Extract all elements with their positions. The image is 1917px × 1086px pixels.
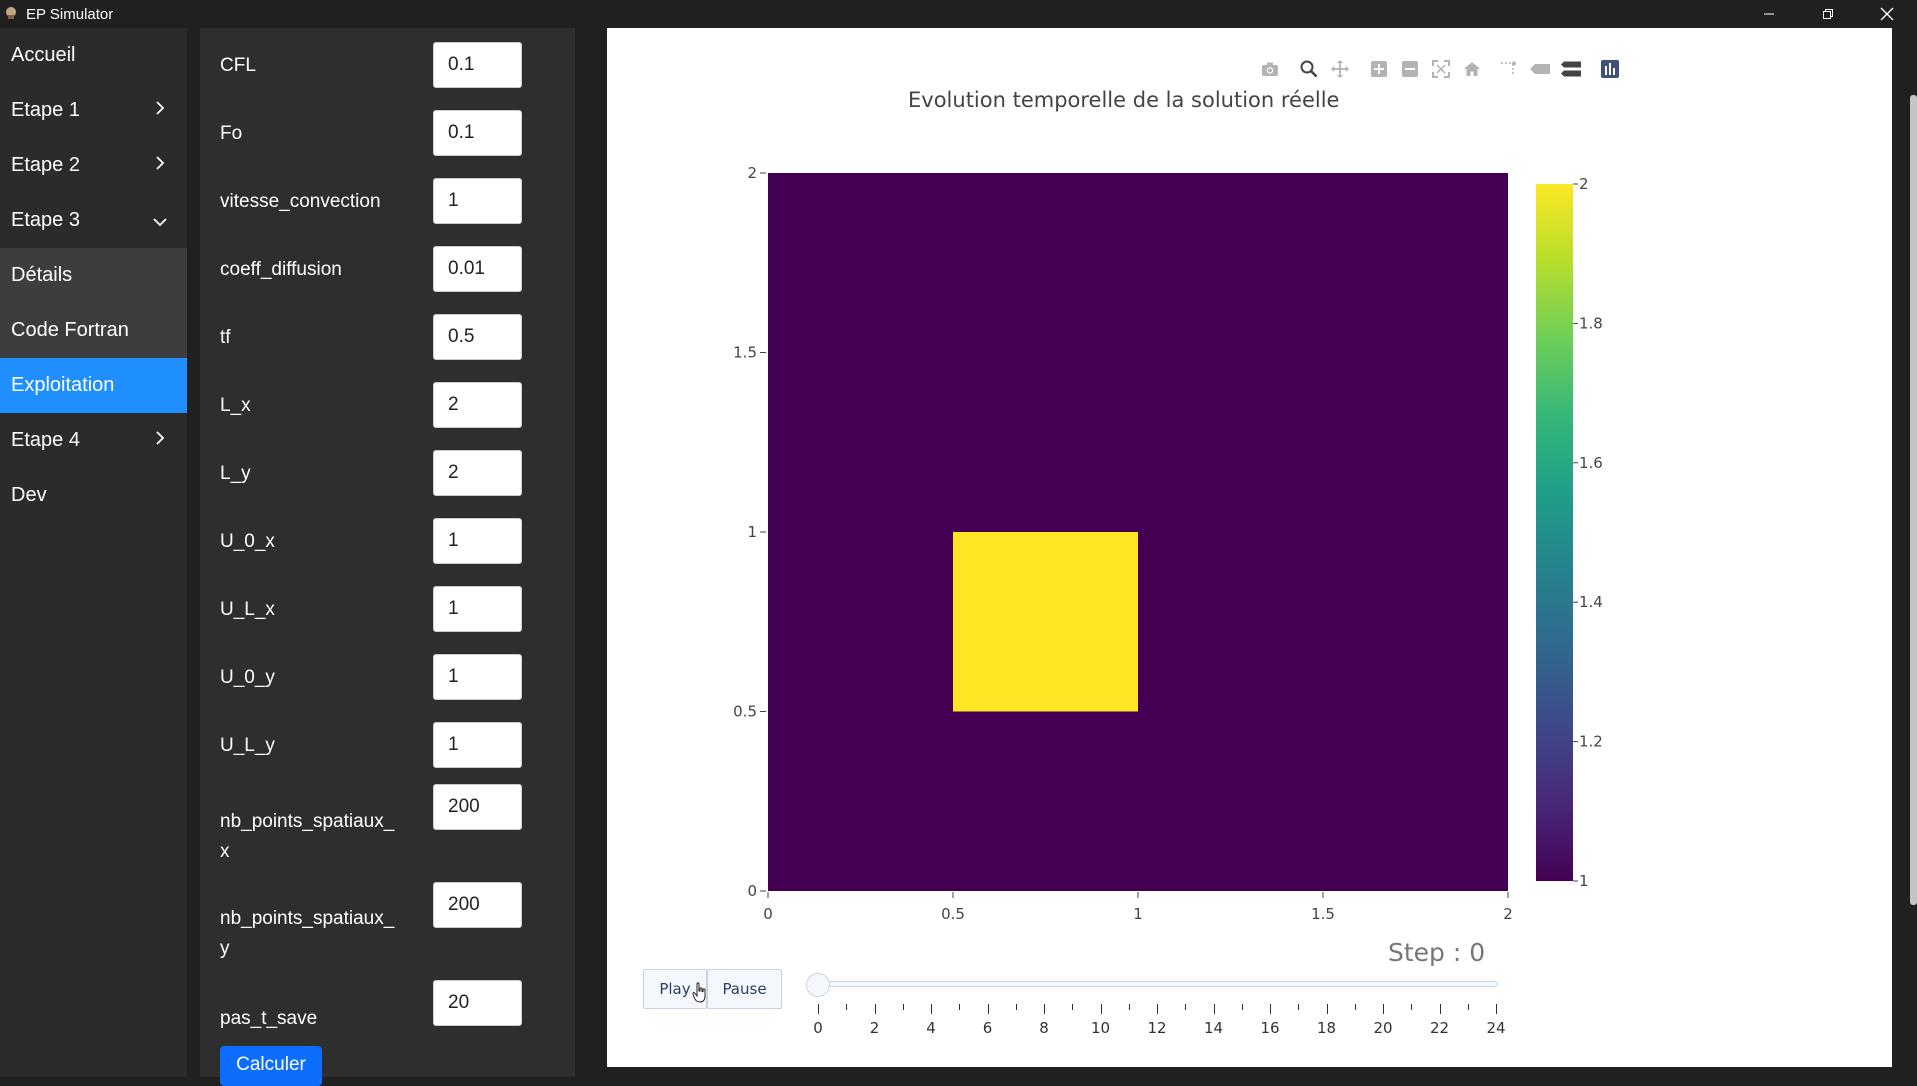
slider-label: 22 (1429, 1019, 1450, 1037)
slider-tick (1185, 1004, 1187, 1010)
x-tick-label-2: 1 (1133, 905, 1143, 923)
slider-tick (1100, 1004, 1102, 1014)
y-tick-label-1: 0.5 (733, 703, 757, 721)
x-tick-label-3: 1.5 (1311, 905, 1335, 923)
colorbar (1536, 184, 1573, 881)
heatmap-cell-region-0 (953, 532, 1138, 712)
slider-tick (1213, 1004, 1215, 1014)
x-tick-label-1: 0.5 (941, 905, 965, 923)
colorbar-tick-label-1: 1.2 (1579, 733, 1603, 751)
slider-tick (1326, 1004, 1328, 1014)
slider-rail[interactable] (808, 981, 1498, 987)
colorbar-tick-label-0: 1 (1579, 872, 1589, 890)
heatmap-chart: 0 0.5 1 1.5 2 0 0.5 1 1.5 2 1 1.2 1.4 1.6 1.8 2 (733, 164, 1603, 923)
slider-tick (987, 1004, 989, 1014)
colorbar-tick-label-4: 1.8 (1579, 314, 1603, 332)
slider-label: 24 (1486, 1019, 1506, 1037)
slider-tick (1157, 1004, 1158, 1014)
slider-label: 2 (869, 1019, 880, 1037)
slider-label: 10 (1090, 1019, 1111, 1037)
slider-tick (1439, 1004, 1441, 1014)
pause-button[interactable]: Pause (707, 969, 782, 1009)
slider-tick (1467, 1004, 1469, 1010)
slider-label: 14 (1203, 1019, 1224, 1037)
colorbar-tick-label-3: 1.6 (1579, 454, 1603, 472)
slider-tick (1015, 1004, 1017, 1010)
slider-tick (1270, 1004, 1271, 1014)
slider-tick (846, 1004, 848, 1010)
slider-tick (1411, 1004, 1413, 1010)
slider-tick (818, 1004, 819, 1014)
x-tick-label-4: 2 (1503, 905, 1513, 923)
slider-label: 18 (1316, 1019, 1337, 1037)
slider-label: 12 (1147, 1019, 1167, 1037)
slider-tick (931, 1004, 932, 1014)
slider-tick (959, 1004, 961, 1010)
slider-label: 8 (1039, 1019, 1049, 1037)
slider-tick (874, 1004, 876, 1014)
mouse-cursor-icon (692, 982, 706, 1003)
step-indicator: Step : 0 (1388, 938, 1486, 967)
slider-tick (1044, 1004, 1045, 1014)
slider-label: 20 (1373, 1019, 1393, 1037)
slider-tick (1128, 1004, 1130, 1010)
slider-label: 16 (1260, 1019, 1280, 1037)
slider-tick (1072, 1004, 1074, 1010)
colorbar-tick-label-2: 1.4 (1579, 593, 1603, 611)
slider-tick (1241, 1004, 1243, 1010)
y-tick-label-2: 1 (747, 523, 757, 541)
slider-tick (1354, 1004, 1356, 1010)
slider-label: 4 (926, 1019, 936, 1037)
slider-tick (902, 1004, 904, 1010)
y-tick-label-0: 0 (747, 882, 757, 900)
slider-tick (1298, 1004, 1300, 1010)
y-tick-label-3: 1.5 (733, 344, 757, 362)
slider-grip[interactable] (806, 973, 830, 997)
x-tick-label-0: 0 (763, 905, 773, 923)
slider-label: 6 (982, 1019, 993, 1037)
slider-tick (1496, 1004, 1497, 1014)
slider-label: 0 (813, 1019, 823, 1037)
y-tick-label-4: 2 (747, 164, 757, 182)
slider-tick (1383, 1004, 1384, 1014)
colorbar-tick-label-5: 2 (1579, 175, 1589, 193)
